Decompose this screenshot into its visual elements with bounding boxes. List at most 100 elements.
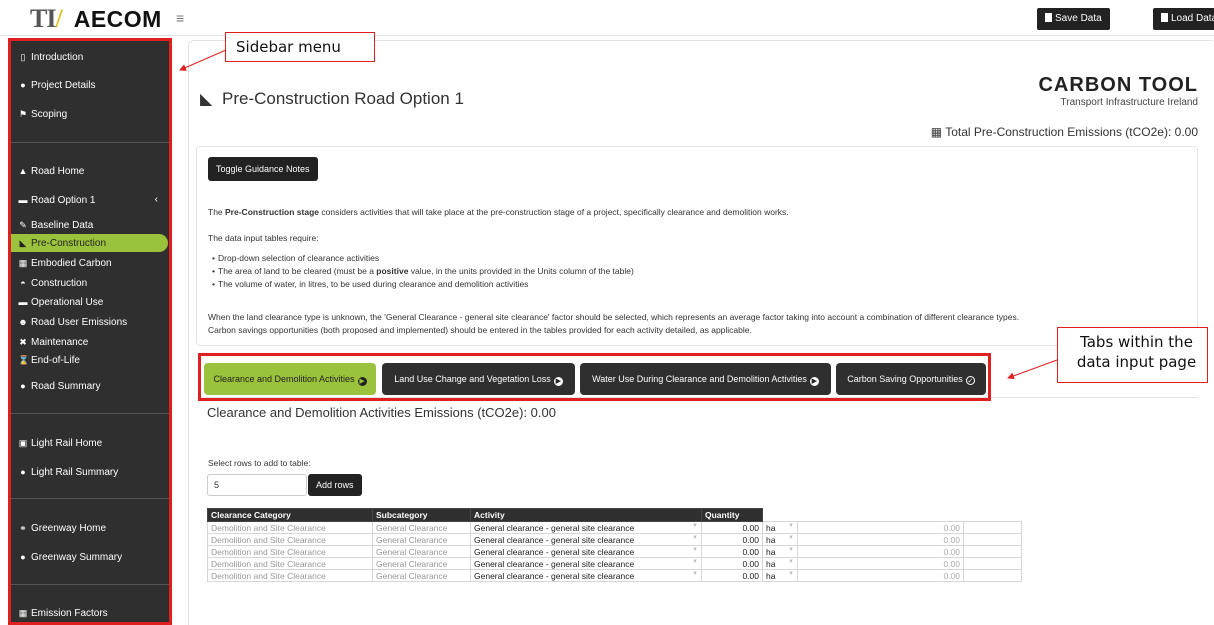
quantity-input[interactable]: 0.00: [701, 569, 763, 582]
sidebar-item-baseline-data[interactable]: ✎ Baseline Data: [10, 216, 170, 234]
table-row: Demolition and Site Clearance General Cle…: [207, 557, 1022, 570]
quantity-input[interactable]: 0.00: [701, 545, 763, 558]
calculator-icon: ▦: [18, 258, 28, 268]
unit-select[interactable]: ha ▼: [762, 533, 798, 546]
sidebar-item-scoping[interactable]: ⚑ Scoping: [10, 105, 170, 123]
emissions-cell: 0.00: [797, 545, 964, 558]
sidebar-item-end-of-life[interactable]: ⌛ End-of-Life: [10, 351, 170, 369]
sidebar-item-embodied-carbon[interactable]: ▦ Embodied Carbon: [10, 254, 170, 272]
arrow-circle-right-icon: ▶: [809, 377, 819, 386]
subcategory-cell: General Clearance: [372, 521, 471, 534]
file-icon: [1161, 13, 1168, 22]
tab-carbon-saving[interactable]: Carbon Saving Opportunities ✓: [836, 363, 986, 395]
table-row: Demolition and Site Clearance General Cle…: [207, 521, 1022, 534]
tab-water-use[interactable]: Water Use During Clearance and Demolitio…: [580, 363, 831, 395]
users-icon: ☻: [18, 317, 28, 327]
guidance-note: Carbon savings opportunities (both propo…: [208, 325, 752, 335]
emissions-cell: 0.00: [797, 569, 964, 582]
chevron-down-icon: ▼: [692, 546, 698, 553]
activity-select[interactable]: General clearance - general site clearan…: [470, 545, 702, 558]
sidebar-item-construction[interactable]: ◓ Construction: [10, 274, 170, 292]
tab-land-use-change[interactable]: Land Use Change and Vegetation Loss ▶: [382, 363, 575, 395]
road-icon: ▲: [18, 166, 28, 176]
quantity-input[interactable]: 0.00: [701, 557, 763, 570]
clearance-table: Clearance Category Subcategory Activity …: [207, 508, 1022, 582]
hourglass-icon: ⌛: [18, 355, 30, 365]
toggle-guidance-button[interactable]: Toggle Guidance Notes: [208, 157, 318, 181]
unit-select[interactable]: ha ▼: [762, 569, 798, 582]
sidebar-item-emission-factors[interactable]: ▦ Emission Factors: [10, 604, 170, 622]
info-circle-icon: ●: [20, 467, 26, 477]
tab-clearance-demolition[interactable]: Clearance and Demolition Activities ▶: [204, 363, 376, 395]
sidebar-item-pre-construction[interactable]: ◣ Pre-Construction: [10, 234, 168, 252]
app-logo: TI/ AECOM: [30, 4, 162, 33]
sidebar-divider: [10, 584, 170, 585]
column-header: Subcategory: [372, 508, 471, 522]
activity-select[interactable]: General clearance - general site clearan…: [470, 533, 702, 546]
calculator-icon: ▦: [930, 125, 946, 139]
tii-logo: TI/: [30, 4, 63, 33]
add-rows-button[interactable]: Add rows: [308, 474, 362, 496]
save-data-button[interactable]: Save Data: [1037, 8, 1110, 30]
sidebar-item-road-home[interactable]: ▲ Road Home: [10, 162, 170, 180]
quantity-input[interactable]: 0.00: [701, 533, 763, 546]
clearance-category-cell: Demolition and Site Clearance: [207, 545, 373, 558]
info-circle-icon: ●: [20, 80, 26, 90]
quantity-input[interactable]: 0.00: [701, 521, 763, 534]
subcategory-cell: General Clearance: [372, 533, 471, 546]
hardhat-icon: ◓: [20, 278, 26, 288]
tools-icon: ✖: [19, 337, 27, 347]
carbon-tool-brand: CARBON TOOL Transport Infrastructure Ire…: [1038, 74, 1198, 108]
blank-cell: [963, 533, 1022, 546]
column-header: Clearance Category: [207, 508, 373, 522]
sidebar-item-operational-use[interactable]: ▬ Operational Use: [10, 293, 170, 311]
calculator-icon: ▦: [18, 608, 28, 618]
blank-header: [762, 508, 798, 522]
sidebar-item-project-details[interactable]: ● Project Details: [10, 76, 170, 94]
blank-cell: [963, 545, 1022, 558]
table-row: Demolition and Site Clearance General Cle…: [207, 545, 1022, 558]
car-icon: ▬: [18, 297, 28, 307]
sidebar-item-road-option-1[interactable]: ▬ Road Option 1 ‹: [10, 191, 170, 209]
column-header: Activity: [470, 508, 702, 522]
activity-select[interactable]: General clearance - general site clearan…: [470, 569, 702, 582]
blank-header: [797, 508, 964, 522]
sidebar-item-introduction[interactable]: ▯ Introduction: [10, 48, 170, 66]
guidance-intro: The Pre-Construction stage considers act…: [208, 207, 789, 217]
page-title: Pre-Construction Road Option 1: [222, 89, 464, 108]
activity-select[interactable]: General clearance - general site clearan…: [470, 557, 702, 570]
sidebar-item-greenway-summary[interactable]: ● Greenway Summary: [10, 548, 170, 566]
hamburger-icon[interactable]: ≡: [176, 10, 184, 26]
section-title: Clearance and Demolition Activities Emis…: [207, 405, 556, 420]
sidebar-item-light-rail-home[interactable]: ▣ Light Rail Home: [10, 434, 170, 452]
top-bar: TI/ AECOM ≡ Save Data Load Data: [0, 0, 1214, 36]
load-data-button[interactable]: Load Data: [1153, 8, 1214, 30]
train-icon: ▣: [18, 438, 28, 448]
sidebar-item-road-user-emissions[interactable]: ☻ Road User Emissions: [10, 313, 170, 331]
sidebar-item-light-rail-summary[interactable]: ● Light Rail Summary: [10, 463, 170, 481]
unit-select[interactable]: ha ▼: [762, 557, 798, 570]
rows-count-input[interactable]: 5: [207, 474, 307, 496]
clearance-category-cell: Demolition and Site Clearance: [207, 569, 373, 582]
sidebar-item-road-summary[interactable]: ● Road Summary: [10, 377, 170, 395]
table-row: Demolition and Site Clearance General Cle…: [207, 569, 1022, 582]
blank-cell: [963, 569, 1022, 582]
arrow-circle-right-icon: ▶: [357, 377, 367, 386]
sidebar-item-greenway-home[interactable]: ⚭ Greenway Home: [10, 519, 170, 537]
activity-select[interactable]: General clearance - general site clearan…: [470, 521, 702, 534]
sidebar-divider: [10, 413, 170, 414]
chevron-left-icon[interactable]: ‹: [155, 191, 158, 209]
car-icon: ▬: [18, 195, 28, 205]
blank-cell: [963, 557, 1022, 570]
column-header: Quantity: [701, 508, 763, 522]
guidance-note: When the land clearance type is unknown,…: [208, 312, 1020, 322]
unit-select[interactable]: ha ▼: [762, 521, 798, 534]
sidebar-item-maintenance[interactable]: ✖ Maintenance: [10, 333, 170, 351]
unit-select[interactable]: ha ▼: [762, 545, 798, 558]
file-icon: [1045, 13, 1052, 22]
clearance-category-cell: Demolition and Site Clearance: [207, 533, 373, 546]
sidebar-divider: [10, 142, 170, 143]
arrow-circle-right-icon: ▶: [553, 377, 563, 386]
blank-header: [963, 508, 1022, 522]
emissions-cell: 0.00: [797, 557, 964, 570]
